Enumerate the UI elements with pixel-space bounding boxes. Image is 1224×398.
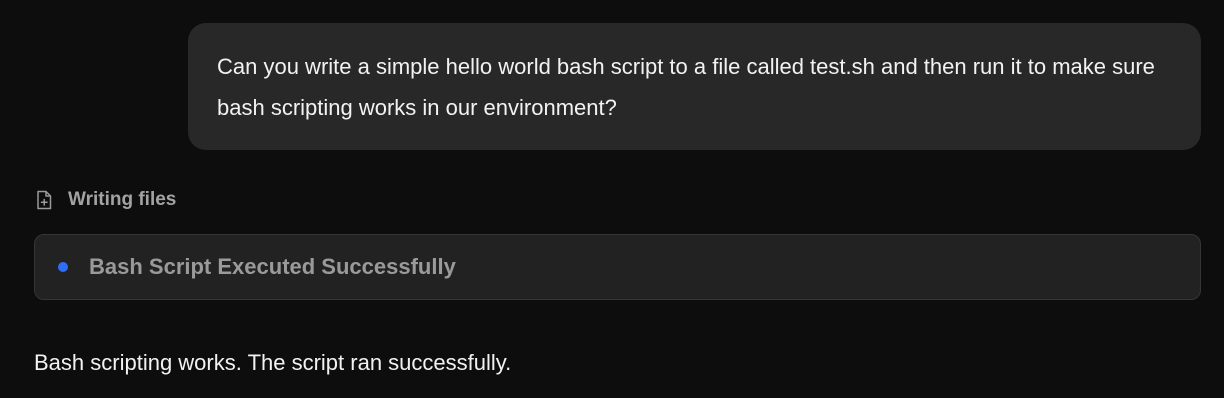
file-plus-icon: [34, 190, 54, 210]
activity-writing-files[interactable]: Writing files: [34, 187, 176, 213]
result-card-title: Bash Script Executed Successfully: [89, 254, 456, 279]
user-message-bubble: Can you write a simple hello world bash …: [188, 23, 1201, 150]
result-card[interactable]: Bash Script Executed Successfully: [34, 234, 1201, 300]
activity-label: Writing files: [68, 189, 177, 210]
assistant-message-text: Bash scripting works. The script ran suc…: [34, 350, 512, 375]
status-dot: [58, 262, 68, 272]
user-message-text: Can you write a simple hello world bash …: [217, 53, 1155, 120]
